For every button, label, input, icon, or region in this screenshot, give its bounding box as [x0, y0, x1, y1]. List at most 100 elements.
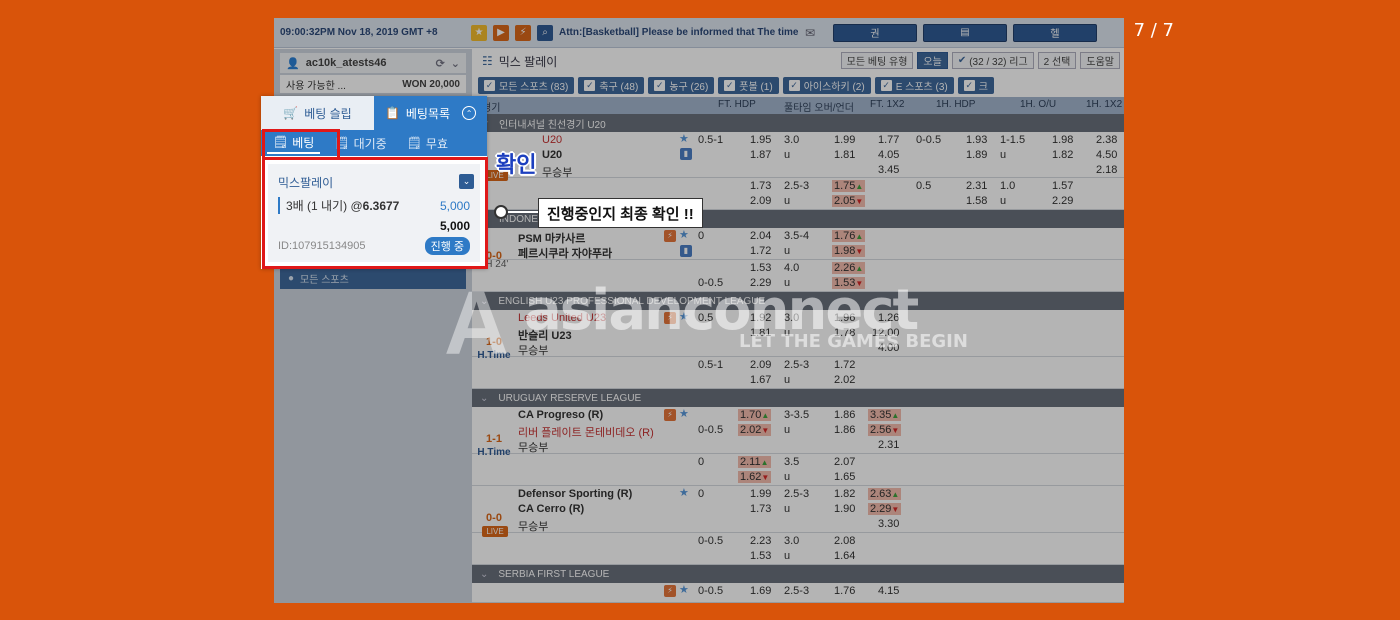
subtab-bet[interactable]: 🗒 베팅	[267, 132, 321, 154]
chevron-down-icon[interactable]: ⌄	[480, 296, 488, 307]
chevron-down-icon[interactable]: ⌄	[480, 393, 488, 404]
odds-cell[interactable]: 1.86	[834, 424, 855, 436]
tab-all-sports[interactable]: ✓ 모든 스포츠 (83)	[478, 77, 575, 94]
top-button-3[interactable]: 헬	[1013, 23, 1097, 42]
team-home[interactable]: Leeds United U23	[518, 312, 606, 324]
odds-cell[interactable]: 2.29	[750, 277, 771, 289]
live-stream-icon[interactable]: ⚡	[664, 409, 676, 421]
favorite-star-icon[interactable]: ★	[679, 310, 689, 323]
odds-cell[interactable]: 1.72	[834, 359, 855, 371]
odds-cell[interactable]: 1.99	[834, 134, 855, 146]
odds-cell[interactable]: 2.56▼	[868, 424, 902, 436]
odds-cell[interactable]: 1.73	[750, 180, 771, 192]
odds-cell[interactable]: 1.98▼	[832, 245, 866, 257]
odds-cell[interactable]: 2.11▲	[738, 456, 771, 468]
favorite-star-icon[interactable]: ★	[679, 132, 689, 145]
odds-cell[interactable]: 1.26	[878, 312, 899, 324]
top-button-2[interactable]: ▤	[923, 23, 1007, 42]
tab-football[interactable]: ✓ 풋볼 (1)	[718, 77, 779, 94]
league-header[interactable]: ⌄ SERBIA FIRST LEAGUE	[472, 565, 1124, 583]
play-icon[interactable]: ▶	[493, 24, 509, 41]
tab-basketball[interactable]: ✓ 농구 (26)	[648, 77, 715, 94]
odds-cell[interactable]: 1.77	[878, 134, 899, 146]
subtab-waiting[interactable]: 🗒 대기중	[328, 132, 392, 154]
top-button-1[interactable]: 권	[833, 23, 917, 42]
odds-cell[interactable]: 1.69	[750, 585, 771, 597]
odds-cell[interactable]: 2.29▼	[868, 503, 902, 515]
odds-cell[interactable]: 2.02▼	[738, 424, 772, 436]
odds-cell[interactable]: 2.26▲	[832, 262, 866, 274]
chevron-down-icon[interactable]: ⌄	[480, 569, 488, 580]
odds-cell[interactable]: 1.82	[834, 488, 855, 500]
tab-soccer[interactable]: ✓ 축구 (48)	[578, 77, 645, 94]
odds-cell[interactable]: 1.65	[834, 471, 855, 483]
live-stream-icon[interactable]: ⚡	[664, 585, 676, 597]
team-away[interactable]: 반슬리 U23	[518, 327, 572, 343]
help-button[interactable]: 도움말	[1080, 52, 1120, 69]
selection-count[interactable]: 2 선택	[1037, 52, 1077, 69]
live-stream-icon[interactable]: ⚡	[664, 312, 676, 324]
odds-cell[interactable]: 3.45	[878, 164, 899, 176]
odds-cell[interactable]: 1.86	[834, 409, 855, 421]
odds-cell[interactable]: 1.73	[750, 503, 771, 515]
favorite-star-icon[interactable]: ★	[679, 407, 689, 420]
odds-cell[interactable]: 1.72	[750, 245, 771, 257]
odds-cell[interactable]: 2.09	[750, 195, 771, 207]
odds-cell[interactable]: 1.82	[1052, 149, 1073, 161]
odds-cell[interactable]: 1.67	[750, 374, 771, 386]
odds-cell[interactable]: 2.09	[750, 359, 771, 371]
odds-cell[interactable]: 4.05	[878, 149, 899, 161]
team-away[interactable]: U20	[542, 149, 562, 161]
odds-cell[interactable]: 2.05▼	[832, 195, 866, 207]
odds-cell[interactable]: 4.15	[878, 585, 899, 597]
team-away[interactable]: 페르시쿠라 자야푸라	[518, 245, 612, 261]
tab-icehockey[interactable]: ✓ 아이스하키 (2)	[782, 77, 871, 94]
subtab-void[interactable]: 🗒 무효	[401, 132, 454, 154]
odds-cell[interactable]: 1.75▲	[832, 180, 866, 192]
odds-cell[interactable]: 2.02	[834, 374, 855, 386]
odds-cell[interactable]: 1.95	[750, 134, 771, 146]
tab-bet-slip[interactable]: 🛒 베팅 슬립	[261, 96, 374, 130]
odds-cell[interactable]: 1.93	[966, 134, 987, 146]
odds-cell[interactable]: 4.00	[878, 342, 899, 354]
team-home[interactable]: Defensor Sporting (R)	[518, 488, 632, 500]
odds-cell[interactable]: 1.92	[750, 312, 771, 324]
bet-type-select[interactable]: 모든 베팅 유형	[840, 52, 914, 69]
tab-bet-list[interactable]: 📋 베팅목록 ⌃	[374, 96, 487, 130]
search-icon[interactable]: ⌕	[537, 24, 553, 41]
odds-cell[interactable]: 1.58	[966, 195, 987, 207]
odds-cell[interactable]: 1.53▼	[832, 277, 866, 289]
live-stream-icon[interactable]: ⚡	[664, 230, 676, 242]
odds-cell[interactable]: 1.70▲	[738, 409, 772, 421]
team-home[interactable]: PSM 마카사르	[518, 230, 585, 246]
odds-cell[interactable]: 12.00	[872, 327, 900, 339]
odds-cell[interactable]: 2.63▲	[868, 488, 902, 500]
favorite-star-icon[interactable]: ★	[679, 486, 689, 499]
today-button[interactable]: 오늘	[917, 52, 948, 69]
team-home[interactable]: CA Progreso (R)	[518, 409, 603, 421]
tab-cricket[interactable]: ✓ 크	[957, 77, 994, 94]
favorite-star-icon[interactable]: ★	[679, 228, 689, 241]
odds-cell[interactable]: 1.57	[1052, 180, 1073, 192]
refresh-icon[interactable]: ⟳	[436, 57, 445, 70]
stats-icon[interactable]: ▮	[680, 148, 692, 160]
odds-cell[interactable]: 2.31	[878, 439, 899, 451]
tab-esports[interactable]: ✓ E 스포츠 (3)	[874, 77, 954, 94]
odds-cell[interactable]: 1.96	[834, 312, 855, 324]
odds-cell[interactable]: 1.62▼	[738, 471, 772, 483]
odds-cell[interactable]: 2.18	[1096, 164, 1117, 176]
odds-cell[interactable]: 4.50	[1096, 149, 1117, 161]
odds-cell[interactable]: 1.78	[834, 327, 855, 339]
odds-cell[interactable]: 1.76	[834, 585, 855, 597]
league-header[interactable]: ⌄ URUGUAY RESERVE LEAGUE	[472, 389, 1124, 407]
odds-cell[interactable]: 2.38	[1096, 134, 1117, 146]
odds-cell[interactable]: 2.23	[750, 535, 771, 547]
odds-cell[interactable]: 1.81	[750, 327, 771, 339]
league-header[interactable]: ★ 인터내셔널 친선경기 U20	[472, 114, 1124, 132]
odds-cell[interactable]: 1.87	[750, 149, 771, 161]
odds-cell[interactable]: 1.90	[834, 503, 855, 515]
odds-cell[interactable]: 2.08	[834, 535, 855, 547]
stats-icon[interactable]: ▮	[680, 245, 692, 257]
all-sports-menu[interactable]: ● 모든 스포츠	[280, 267, 466, 289]
team-away[interactable]: CA Cerro (R)	[518, 503, 584, 515]
